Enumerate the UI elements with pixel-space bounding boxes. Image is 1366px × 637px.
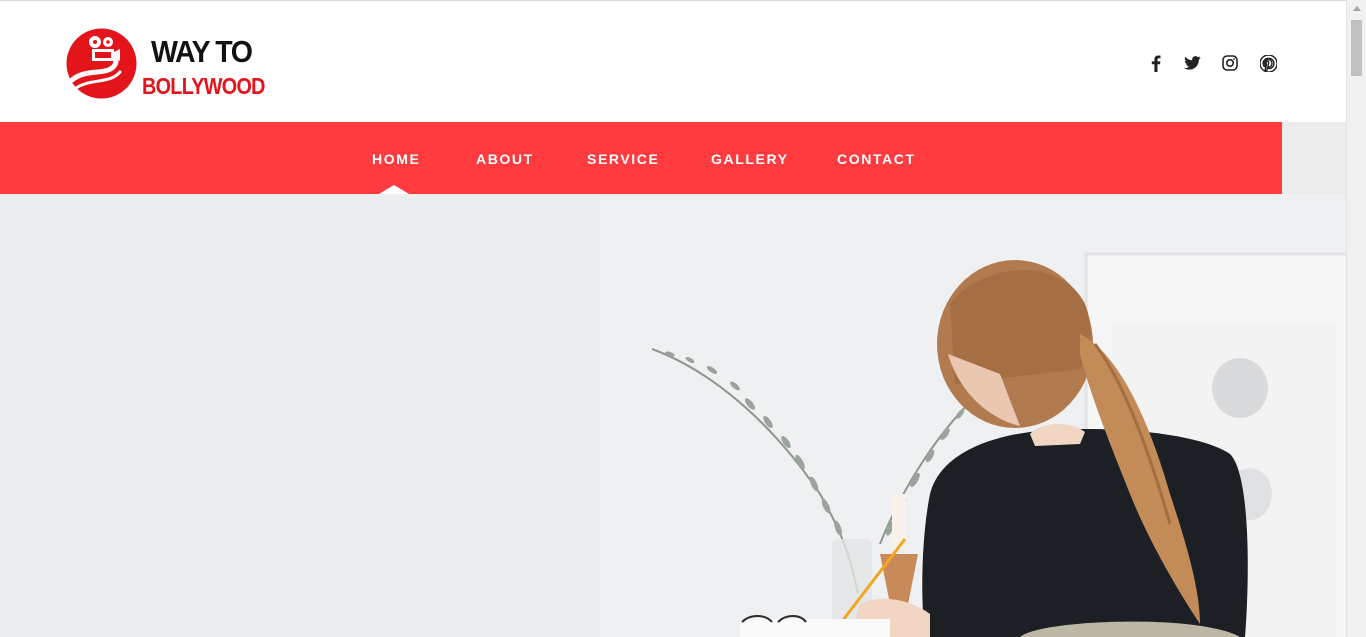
twitter-icon[interactable]	[1182, 53, 1202, 73]
main-navigation: HOME ABOUT SERVICE GALLERY CONTACT	[0, 122, 1282, 194]
scroll-up-arrow-icon[interactable]	[1353, 6, 1361, 11]
vertical-scrollbar[interactable]	[1346, 0, 1366, 637]
page: WAY TO BOLLYWOOD HOME ABOUT SERVICE GALL…	[0, 0, 1366, 637]
nav-item-home[interactable]: HOME	[372, 122, 420, 194]
facebook-icon[interactable]	[1146, 53, 1166, 73]
nav-item-contact[interactable]: CONTACT	[837, 122, 916, 194]
logo-text-bollywood: BOLLYWOOD	[142, 73, 265, 99]
nav-item-service[interactable]: SERVICE	[587, 122, 659, 194]
site-header: WAY TO BOLLYWOOD	[0, 5, 1346, 123]
instagram-icon[interactable]	[1220, 53, 1240, 73]
logo-film-icon	[66, 28, 137, 99]
hero-photo	[0, 194, 1346, 637]
logo-text-way-to: WAY TO	[151, 34, 253, 69]
hero-banner	[0, 194, 1346, 637]
pinterest-icon[interactable]	[1258, 53, 1278, 73]
nav-active-indicator	[379, 185, 409, 194]
nav-item-gallery[interactable]: GALLERY	[711, 122, 789, 194]
nav-side-gap	[1282, 122, 1346, 194]
nav-item-about[interactable]: ABOUT	[476, 122, 534, 194]
scrollbar-thumb[interactable]	[1351, 20, 1362, 76]
logo[interactable]: WAY TO BOLLYWOOD	[66, 28, 266, 100]
